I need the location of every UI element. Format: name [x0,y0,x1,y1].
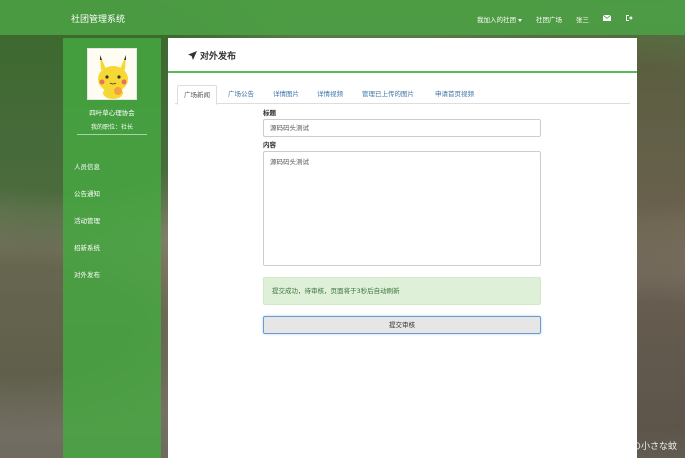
sidebar-item-announcements[interactable]: 公告通知 [74,188,100,198]
sidebar-item-members[interactable]: 人员信息 [74,161,100,171]
my-clubs-dropdown[interactable]: 我加入的社团 [477,14,522,24]
sidebar-item-publish[interactable]: 对外发布 [74,269,100,279]
watermark-text: CSDN @无敌の小さな蚊 [576,442,677,452]
content-textarea[interactable]: 源码码头测试 [263,151,541,266]
caret-down-icon [518,18,522,22]
user-role: 我的职位：社长 [90,124,133,131]
tab-bar: 广场新闻 广场公告 详情图片 详情视频 管理已上传的图片 申请首页视频 [175,85,630,105]
app-brand[interactable]: 社团管理系统 [71,12,125,25]
page-title: 对外发布 [188,49,236,62]
tab-plaza-news[interactable]: 广场新闻 [177,85,217,105]
plaza-link[interactable]: 社团广场 [536,14,562,24]
tab-plaza-announcement[interactable]: 广场公告 [228,85,254,104]
sidebar: 四叶草心理协会 我的职位：社长 人员信息 公告通知 活动管理 招新系统 对外发布 [63,38,161,458]
navbar-right: 我加入的社团 社团广场 张三 [463,14,633,24]
submit-review-button[interactable]: 提交审核 [263,316,541,334]
pikachu-avatar-image [88,49,136,99]
sidebar-divider [77,134,147,135]
my-clubs-label: 我加入的社团 [477,16,516,24]
title-underline [168,71,637,73]
tab-detail-videos[interactable]: 详情视频 [317,85,343,104]
logout-icon[interactable] [625,14,633,24]
top-navbar: 社团管理系统 我加入的社团 社团广场 张三 [0,0,685,35]
org-name: 四叶草心理协会 [89,109,135,117]
sidebar-item-activities[interactable]: 活动管理 [74,215,100,225]
mail-icon[interactable] [602,14,612,23]
send-icon [188,51,197,60]
sidebar-item-recruitment[interactable]: 招新系统 [74,242,100,252]
tab-detail-images[interactable]: 详情图片 [273,85,299,104]
user-name-link[interactable]: 张三 [576,14,589,24]
tab-manage-uploaded-images[interactable]: 管理已上传的图片 [362,85,414,104]
page-title-text: 对外发布 [200,52,237,62]
title-label: 标题 [263,109,276,117]
avatar [87,48,137,100]
content-label: 内容 [263,141,276,149]
success-alert: 提交成功，待审核，页面将于3秒后自动刷新 [263,277,541,305]
main-panel: 对外发布 广场新闻 广场公告 详情图片 详情视频 管理已上传的图片 申请首页视频… [168,38,637,458]
title-input[interactable]: 源码码头测试 [263,119,541,137]
tab-apply-homepage-video[interactable]: 申请首页视频 [435,85,474,104]
